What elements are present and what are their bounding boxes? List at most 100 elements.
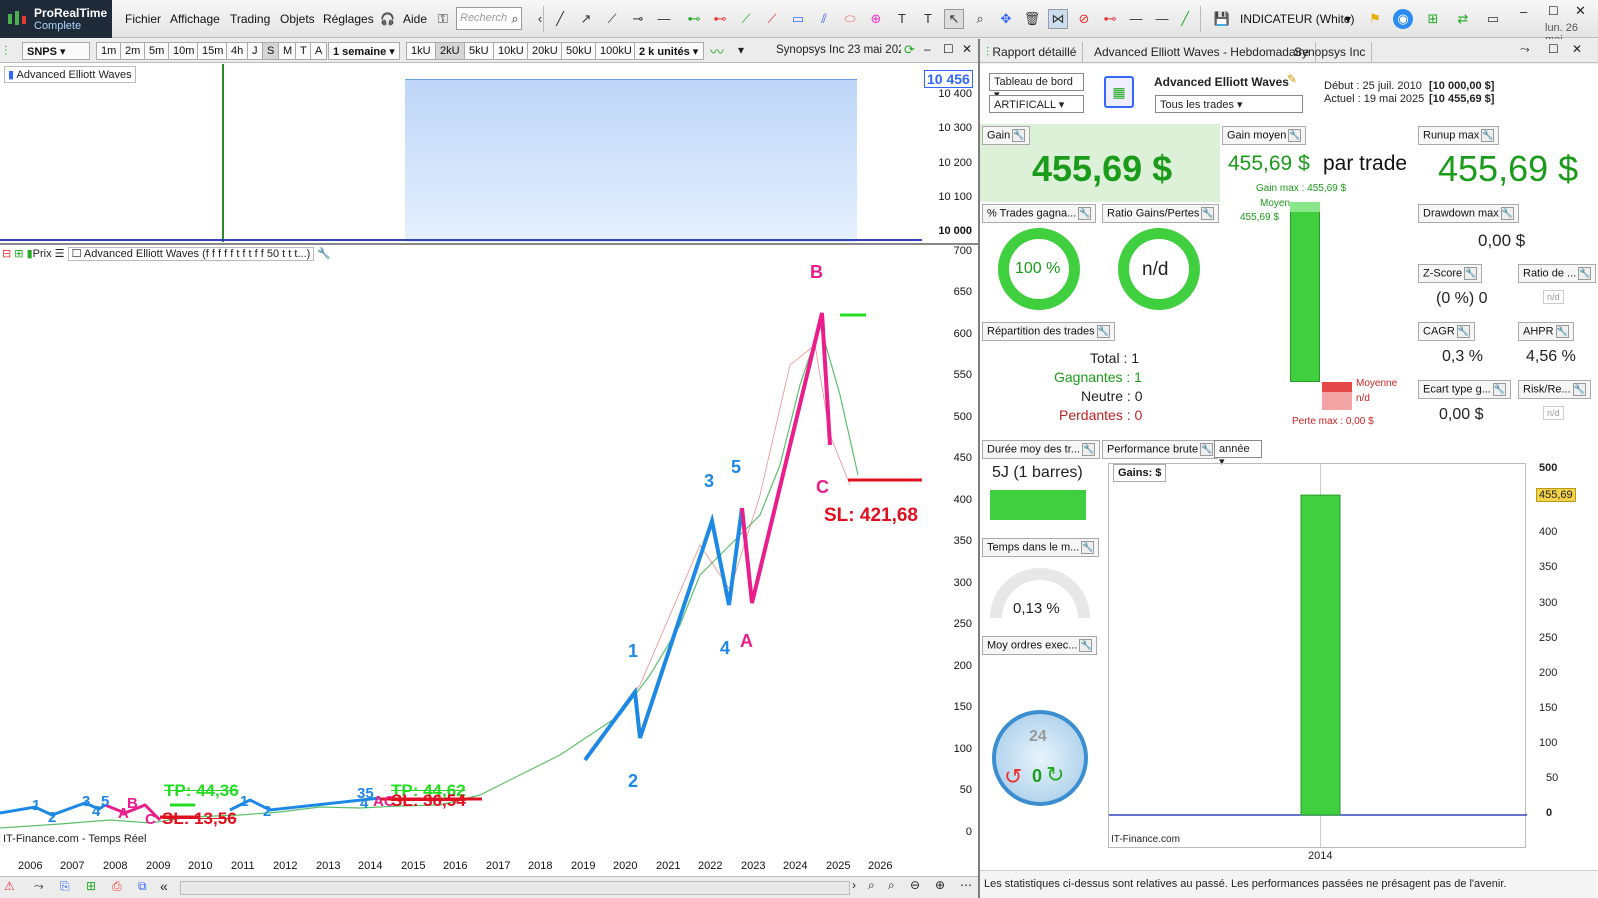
wrench-icon[interactable]: 🔧 xyxy=(1012,129,1026,142)
layout-icon[interactable]: ▭ xyxy=(1483,9,1503,29)
flag-icon[interactable]: ⚑ xyxy=(1365,9,1385,29)
green-slope-icon[interactable]: ⟋ xyxy=(736,9,756,29)
dash-icon[interactable]: — xyxy=(1126,9,1146,29)
red-line-icon[interactable]: ⊷ xyxy=(710,9,730,29)
red-slope-icon[interactable]: ⟋ xyxy=(762,9,782,29)
horizontal-line-icon[interactable]: — xyxy=(654,9,674,29)
interval-1m[interactable]: 1m xyxy=(96,42,122,60)
wrench-icon[interactable]: 🔧 xyxy=(1081,443,1095,456)
wrench-icon[interactable]: 🔧 xyxy=(1288,129,1302,142)
period-select[interactable]: année ▾ xyxy=(1214,440,1262,468)
segment-points-icon[interactable]: ⊸ xyxy=(628,9,648,29)
key-icon[interactable]: ⚿ xyxy=(433,9,453,29)
fib-icon[interactable]: ⊕ xyxy=(866,9,886,29)
lock-icon[interactable]: ⊘ xyxy=(1074,9,1094,29)
alert-icon[interactable]: ⚠ xyxy=(4,879,15,893)
minimize-chart-icon[interactable]: – xyxy=(924,42,931,56)
zoom-in-icon[interactable]: ⊕ xyxy=(935,878,945,892)
line-tool-icon[interactable]: ╱ xyxy=(550,9,570,29)
period-select[interactable]: 1 semaine ▾ xyxy=(328,42,400,60)
menu-affichage[interactable]: Affichage xyxy=(170,12,220,26)
wrench-icon[interactable]: 🔧 xyxy=(1096,325,1110,338)
dashboard-select[interactable]: Tableau de bord ▾ xyxy=(989,73,1084,101)
menu-fichier[interactable]: Fichier xyxy=(125,12,161,26)
scroll-back-icon[interactable]: « xyxy=(160,878,168,894)
alert-line-icon[interactable]: ⊷ xyxy=(1100,9,1120,29)
unit-2ku[interactable]: 2kU xyxy=(435,42,465,60)
wrench-icon[interactable]: 🔧 xyxy=(1572,383,1586,396)
maximize-report-icon[interactable]: ☐ xyxy=(1548,42,1559,56)
wrench-icon[interactable]: 🔧 xyxy=(1081,541,1095,554)
chevron-down-icon[interactable]: ▾ xyxy=(1345,12,1351,26)
unit-20ku[interactable]: 20kU xyxy=(527,42,563,60)
move-icon[interactable]: ✥ xyxy=(996,9,1016,29)
interval-a[interactable]: A xyxy=(310,42,328,60)
save-icon[interactable]: 💾 xyxy=(1212,9,1232,29)
wrench-icon[interactable]: 🔧 xyxy=(1078,207,1092,220)
indicator-icon[interactable]: 〰 xyxy=(710,42,724,62)
segment-icon[interactable]: ⟋ xyxy=(602,9,622,29)
zoom-out-icon[interactable]: ⊖ xyxy=(910,878,920,892)
price-chart[interactable]: ⊟ ⊞ ▮Prix ☰ ☐ Advanced Elliott Waves (f … xyxy=(0,245,922,845)
menu-aide[interactable]: Aide xyxy=(403,12,427,26)
arrow-line-icon[interactable]: ↗ xyxy=(576,9,596,29)
cursor-icon[interactable]: ↖ xyxy=(944,9,964,29)
dash2-icon[interactable]: — xyxy=(1152,9,1172,29)
menu-reglages[interactable]: Réglages xyxy=(323,12,374,26)
window-close-icon[interactable]: ✕ xyxy=(1575,3,1586,19)
tab-strategy[interactable]: Advanced Elliott Waves - Hebdomadaire xyxy=(1088,42,1316,62)
account-select[interactable]: ARTIFICALL ▾ xyxy=(989,95,1084,113)
maximize-chart-icon[interactable]: ☐ xyxy=(943,42,954,56)
trades-filter-select[interactable]: Tous les trades ▾ xyxy=(1155,95,1303,113)
print-icon[interactable]: ⎙ xyxy=(112,879,122,894)
text-box-icon[interactable]: T xyxy=(918,9,938,29)
interval-5m[interactable]: 5m xyxy=(144,42,170,60)
chart-type-icon[interactable]: ⫶ xyxy=(4,43,7,59)
edit-icon[interactable]: ✎ xyxy=(1287,72,1297,86)
window-icon[interactable]: ⧉ xyxy=(138,879,147,894)
interval-2m[interactable]: 2m xyxy=(120,42,146,60)
wrench-icon[interactable]: 🔧 xyxy=(1464,267,1478,280)
tab-instrument[interactable]: Synopsys Inc xyxy=(1288,42,1373,62)
refresh-icon[interactable]: ⟳ xyxy=(904,42,915,58)
unit-1ku[interactable]: 1kU xyxy=(406,42,436,60)
slope-icon[interactable]: ╱ xyxy=(1175,9,1195,29)
indicator-dropdown-icon[interactable]: ▾ xyxy=(738,43,744,57)
interval-4h[interactable]: 4h xyxy=(226,42,249,60)
copy-icon[interactable]: ⎘ xyxy=(60,879,70,894)
unit-100ku[interactable]: 100kU xyxy=(595,42,637,60)
share-report-icon[interactable]: ⤳ xyxy=(1520,42,1530,57)
close-report-icon[interactable]: ✕ xyxy=(1572,42,1582,56)
zoom-fit-icon[interactable]: ⌕ xyxy=(868,878,875,893)
ellipse-icon[interactable]: ⬭ xyxy=(840,9,860,29)
interval-10m[interactable]: 10m xyxy=(168,42,200,60)
wrench-icon[interactable]: 🔧 xyxy=(1578,267,1592,280)
wrench-icon[interactable]: 🔧 xyxy=(1200,443,1214,456)
magnet-icon[interactable]: ⋈ xyxy=(1048,9,1068,29)
alerts-icon[interactable]: ⊞ xyxy=(1423,9,1443,29)
rectangle-icon[interactable]: ▭ xyxy=(788,9,808,29)
wrench-icon[interactable]: 🔧 xyxy=(1500,207,1514,220)
wrench-icon[interactable]: 🔧 xyxy=(1201,207,1215,220)
close-chart-icon[interactable]: ✕ xyxy=(962,42,972,56)
unit-5ku[interactable]: 5kU xyxy=(464,42,494,60)
unit-10ku[interactable]: 10kU xyxy=(493,42,529,60)
sync-icon[interactable]: ⇄ xyxy=(1453,9,1473,29)
green-line-icon[interactable]: ⊷ xyxy=(684,9,704,29)
wrench-icon[interactable]: 🔧 xyxy=(1492,383,1506,396)
unit-50ku[interactable]: 50kU xyxy=(561,42,597,60)
wrench-icon[interactable]: 🔧 xyxy=(1456,325,1470,338)
more-icon[interactable]: ⋯ xyxy=(960,878,972,892)
wrench-icon[interactable]: 🔧 xyxy=(1079,639,1093,652)
window-minimize-icon[interactable]: – xyxy=(1520,4,1527,19)
interval-15m[interactable]: 15m xyxy=(197,42,229,60)
channel-icon[interactable]: ⫽ xyxy=(814,9,834,29)
search-icon[interactable]: ⌕ xyxy=(505,9,525,29)
wrench-icon[interactable]: 🔧 xyxy=(1481,129,1495,142)
menu-trading[interactable]: Trading xyxy=(230,12,270,26)
interval-s[interactable]: S xyxy=(262,42,280,60)
menu-objets[interactable]: Objets xyxy=(280,12,315,26)
scroll-left-icon[interactable]: ‹ xyxy=(530,9,550,29)
window-maximize-icon[interactable]: ☐ xyxy=(1548,4,1559,18)
interval-j[interactable]: J xyxy=(247,42,263,60)
